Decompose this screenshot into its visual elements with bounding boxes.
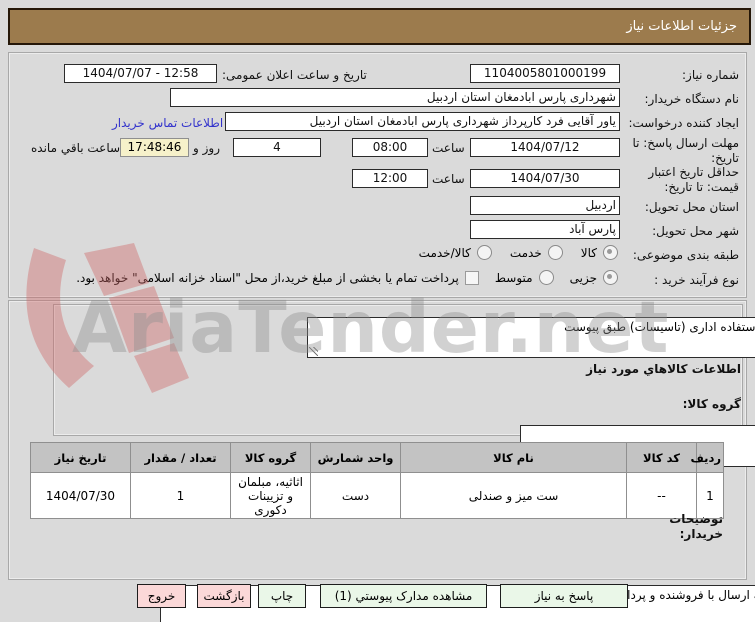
radio-goods-icon[interactable]	[603, 245, 618, 260]
respond-button[interactable]: پاسخ به نیاز	[500, 584, 628, 608]
radio-goods-service-icon[interactable]	[476, 245, 492, 260]
radio-medium-icon[interactable]	[538, 270, 554, 285]
radio-medium-label: متوسط	[494, 270, 533, 285]
need-desc-value: میز و صندلی جهت استفاده اداری (تاسیسات) …	[564, 320, 755, 334]
radio-service-label: خدمت	[509, 245, 542, 260]
process-type-options: جزیی متوسط پرداخت تمام یا بخشی از مبلغ خ…	[76, 270, 618, 285]
validity-hour-label: ساعت	[432, 172, 465, 186]
days-and-label: روز و	[193, 141, 220, 155]
deadline-date-field[interactable]: 1404/07/12	[470, 138, 620, 157]
deadline-label: مهلت ارسال پاسخ: تا تاریخ:	[632, 136, 739, 165]
cell-quantity: 1	[130, 472, 231, 519]
buyer-contact-link[interactable]: اطلاعات تماس خریدار	[112, 116, 223, 130]
exit-button[interactable]: خروج	[137, 584, 186, 608]
table-header-row: ردیف کد کالا نام کالا واحد شمارش گروه کا…	[30, 442, 724, 473]
buyer-org-field[interactable]: شهرداری پارس ابادمغان استان اردبیل	[170, 88, 620, 107]
treasury-checkbox-label: پرداخت تمام یا بخشی از مبلغ خرید،از محل …	[76, 270, 459, 285]
creator-label: ایجاد کننده درخواست:	[628, 116, 739, 130]
radio-minor-label: جزیی	[569, 270, 597, 285]
treasury-checkbox-option[interactable]: پرداخت تمام یا بخشی از مبلغ خرید،از محل …	[76, 270, 479, 285]
city-field[interactable]: پارس آباد	[470, 220, 620, 239]
col-goods-group: گروه کالا	[230, 442, 311, 473]
view-documents-button[interactable]: مشاهده مدارک پیوستي (1)	[320, 584, 487, 608]
need-desc-textarea[interactable]: میز و صندلی جهت استفاده اداری (تاسیسات) …	[307, 317, 755, 358]
cell-goods-group: اثاثیه، مبلمان و تزیینات دکوری	[230, 472, 311, 519]
radio-minor-icon[interactable]	[603, 270, 618, 285]
classification-label: طبقه بندی موضوعی:	[632, 248, 739, 262]
radio-service-icon[interactable]	[547, 245, 563, 260]
buyer-org-label: نام دستگاه خریدار:	[644, 92, 740, 106]
deadline-time-field[interactable]: 08:00	[352, 138, 428, 157]
treasury-checkbox-icon[interactable]	[464, 270, 479, 285]
back-button[interactable]: بازگشت	[197, 584, 251, 608]
remaining-hours-label: ساعت باقي مانده	[31, 141, 121, 155]
announce-datetime-label: تاریخ و ساعت اعلان عمومی:	[222, 68, 367, 82]
radio-option-goods[interactable]: کالا	[581, 245, 618, 260]
col-need-date: تاریخ نیاز	[30, 442, 131, 473]
cell-need-date: 1404/07/30	[30, 472, 131, 519]
col-goods-code: کد کالا	[626, 442, 697, 473]
city-label: شهر محل تحویل:	[652, 224, 739, 238]
need-number-label: شماره نیاز:	[682, 68, 739, 82]
resize-grip-icon[interactable]	[309, 347, 318, 356]
print-button[interactable]: چاپ	[258, 584, 306, 608]
radio-option-goods-service[interactable]: کالا/خدمت	[419, 245, 492, 260]
price-validity-date-field[interactable]: 1404/07/30	[470, 169, 620, 188]
col-unit: واحد شمارش	[310, 442, 401, 473]
classification-options: کالا خدمت کالا/خدمت	[419, 245, 618, 260]
province-field[interactable]: اردبیل	[470, 196, 620, 215]
countdown-timer: 17:48:46	[120, 138, 189, 157]
radio-goods-service-label: کالا/خدمت	[418, 245, 471, 260]
province-label: استان محل تحویل:	[644, 200, 739, 214]
col-quantity: تعداد / مقدار	[130, 442, 231, 473]
process-type-label: نوع فرآیند خرید :	[654, 273, 739, 287]
deadline-days-field[interactable]: 4	[233, 138, 321, 157]
col-goods-name: نام کالا	[400, 442, 627, 473]
cell-unit: دست	[310, 472, 401, 519]
deadline-hour-label: ساعت	[432, 141, 465, 155]
radio-option-service[interactable]: خدمت	[510, 245, 563, 260]
need-number-field[interactable]: 1104005801000199	[470, 64, 620, 83]
page-title: جزئیات اطلاعات نیاز	[8, 8, 751, 45]
announce-datetime-field[interactable]: 1404/07/07 - 12:58	[64, 64, 217, 83]
col-row-number: ردیف	[690, 442, 724, 473]
price-validity-label: حداقل تاریخ اعتبار قیمت: تا تاریخ:	[648, 165, 739, 194]
need-details-window: جزئیات اطلاعات نیاز شماره نیاز: 11040058…	[0, 0, 755, 622]
radio-option-medium[interactable]: متوسط	[495, 270, 554, 285]
table-row: 1 -- ست میز و صندلی دست اثاثیه، مبلمان و…	[30, 472, 724, 519]
buyer-comments-label: توضیحات خریدار:	[669, 512, 723, 541]
radio-option-minor[interactable]: جزیی	[570, 270, 618, 285]
price-validity-time-field[interactable]: 12:00	[352, 169, 428, 188]
goods-table: ردیف کد کالا نام کالا واحد شمارش گروه کا…	[30, 442, 724, 519]
radio-goods-label: کالا	[580, 245, 597, 260]
goods-info-header: اطلاعات کالاهاي مورد نیاز	[586, 362, 741, 376]
creator-field[interactable]: یاور آقایی فرد کارپرداز شهرداری پارس ابا…	[225, 112, 620, 131]
cell-goods-name: ست میز و صندلی	[400, 472, 627, 519]
goods-group-label: گروه کالا:	[682, 397, 741, 411]
